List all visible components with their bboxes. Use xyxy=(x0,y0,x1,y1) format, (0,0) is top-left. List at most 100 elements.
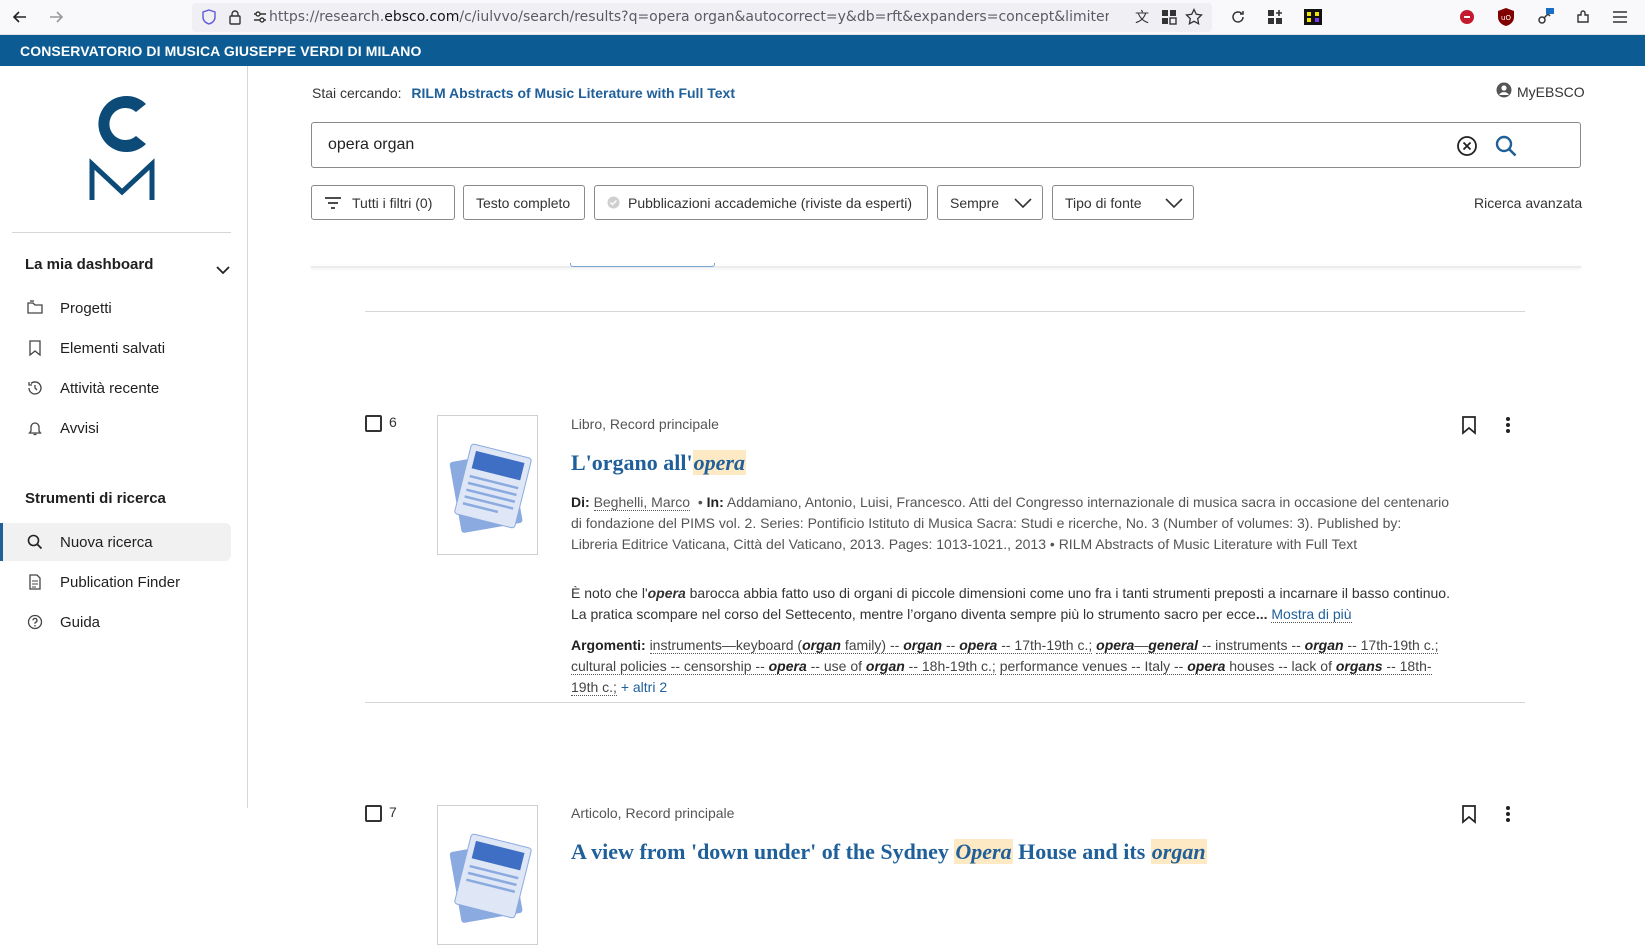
searching-label: Stai cercando: xyxy=(312,85,402,101)
all-filters-label: Tutti i filtri (0) xyxy=(352,194,433,211)
subject-link[interactable]: instruments—keyboard (organ family) -- o… xyxy=(649,637,1093,654)
author-link[interactable]: Beghelli, Marco xyxy=(593,494,691,511)
full-text-filter[interactable]: Testo completo xyxy=(463,185,585,220)
result-title-link[interactable]: L'organo all'opera xyxy=(571,450,746,476)
subject-link[interactable]: cultural policies -- censorship -- opera… xyxy=(571,658,996,675)
search-input[interactable]: opera organ xyxy=(311,122,1581,168)
bookmark-icon[interactable] xyxy=(1461,415,1477,435)
sidebar-item-publication-finder[interactable]: Publication Finder xyxy=(0,563,231,601)
document-icon xyxy=(26,573,44,591)
reload-icon[interactable] xyxy=(1228,7,1248,27)
chevron-down-icon xyxy=(1013,196,1033,210)
svg-text:uO: uO xyxy=(1501,14,1511,22)
abstract-text: È noto che l' xyxy=(571,585,648,601)
extensions-grid-icon[interactable] xyxy=(1159,7,1179,27)
peer-reviewed-label: Pubblicazioni accademiche (riviste da es… xyxy=(628,194,913,211)
full-text-label: Testo completo xyxy=(476,194,571,211)
sidebar-divider xyxy=(12,232,231,233)
extension-icon[interactable] xyxy=(1265,7,1285,27)
result-checkbox[interactable] xyxy=(365,415,382,432)
document-thumbnail-icon xyxy=(449,833,532,923)
source-type-dropdown[interactable]: Tipo di fonte xyxy=(1052,185,1194,220)
clear-search-icon[interactable] xyxy=(1456,135,1478,157)
ublock-icon[interactable]: uO xyxy=(1496,7,1516,27)
url-path: /c/iulvvo/search/results?q=opera organ&a… xyxy=(459,9,1109,25)
peer-reviewed-filter[interactable]: Pubblicazioni accademiche (riviste da es… xyxy=(594,185,928,220)
sidebar-item-label: Nuova ricerca xyxy=(60,533,153,551)
result-title-link[interactable]: A view from 'down under' of the Sydney O… xyxy=(571,839,1207,865)
in-label: In: xyxy=(706,494,724,510)
abstract-ellipsis: ... xyxy=(1255,606,1268,622)
sidebar-item-recent-activity[interactable]: Attività recente xyxy=(0,369,231,407)
sidebar-item-label: Publication Finder xyxy=(60,573,181,591)
title-highlight: organ xyxy=(1150,839,1207,864)
dashboard-heading-label: La mia dashboard xyxy=(25,256,154,273)
database-link[interactable]: RILM Abstracts of Music Literature with … xyxy=(411,85,735,101)
toolbar-divider xyxy=(311,266,1581,268)
translate-icon[interactable]: 文 xyxy=(1132,7,1152,27)
extensions-puzzle-icon[interactable] xyxy=(1573,7,1593,27)
permissions-icon[interactable] xyxy=(250,7,270,27)
sidebar-item-label: Progetti xyxy=(60,299,112,317)
date-range-dropdown[interactable]: Sempre xyxy=(937,185,1043,220)
institution-banner: CONSERVATORIO DI MUSICA GIUSEPPE VERDI D… xyxy=(0,35,1645,66)
all-filters-button[interactable]: Tutti i filtri (0) xyxy=(311,185,455,220)
chevron-down-icon[interactable] xyxy=(216,260,230,279)
sidebar-item-label: Guida xyxy=(60,613,101,631)
result-type: Libro, Record principale xyxy=(571,416,719,432)
key-extension-icon[interactable] xyxy=(1535,7,1555,27)
url-text: https://research.ebsco.com/c/iulvvo/sear… xyxy=(269,9,1109,25)
title-highlight: opera xyxy=(692,450,746,475)
more-options-icon[interactable] xyxy=(1505,415,1511,435)
result-item: 7 Articolo, Record principale A view fro… xyxy=(365,721,1525,945)
more-options-icon[interactable] xyxy=(1505,804,1511,824)
bookmark-icon[interactable] xyxy=(1461,804,1477,824)
filter-lines-icon xyxy=(324,196,342,210)
forward-arrow-icon[interactable] xyxy=(46,7,66,27)
bell-icon xyxy=(26,419,44,437)
advanced-search-link[interactable]: Ricerca avanzata xyxy=(1474,195,1582,211)
institution-logo[interactable] xyxy=(86,92,158,204)
star-icon[interactable] xyxy=(1184,7,1204,27)
more-subjects-link[interactable]: + altri 2 xyxy=(621,679,667,695)
myebsco-account[interactable]: MyEBSCO xyxy=(1496,82,1585,101)
search-query-text: opera organ xyxy=(328,136,415,153)
extension-red-circle-icon[interactable] xyxy=(1457,7,1477,27)
search-submit-icon[interactable] xyxy=(1494,134,1518,158)
show-more-link[interactable]: Mostra di più xyxy=(1271,606,1352,623)
sidebar-item-alerts[interactable]: Avvisi xyxy=(0,409,231,447)
menu-hamburger-icon[interactable] xyxy=(1610,7,1630,27)
date-range-label: Sempre xyxy=(950,194,1000,211)
back-arrow-icon[interactable] xyxy=(10,7,30,27)
sidebar-item-new-search[interactable]: Nuova ricerca xyxy=(0,523,231,561)
sidebar-item-help[interactable]: Guida xyxy=(0,603,231,641)
subject-link[interactable]: opera—general -- instruments -- organ --… xyxy=(1096,637,1439,654)
result-subjects: Argomenti: instruments—keyboard (organ f… xyxy=(571,635,1451,698)
chevron-down-icon xyxy=(1164,196,1184,210)
research-tools-heading: Strumenti di ricerca xyxy=(25,490,166,507)
myebsco-label: MyEBSCO xyxy=(1517,83,1585,100)
sidebar-item-progetti[interactable]: Progetti xyxy=(0,289,231,327)
result-title-text: L'organo all' xyxy=(571,450,693,475)
result-abstract: È noto che l'opera barocca abbia fatto u… xyxy=(571,583,1451,625)
result-divider xyxy=(365,702,1525,703)
bookmark-icon xyxy=(26,339,44,357)
sidebar-item-saved[interactable]: Elementi salvati xyxy=(0,329,231,367)
browser-toolbar: https://research.ebsco.com/c/iulvvo/sear… xyxy=(0,0,1645,35)
source-type-label: Tipo di fonte xyxy=(1065,194,1142,211)
result-title-text: A view from 'down under' of the Sydney xyxy=(571,839,955,864)
result-citation: Di: Beghelli, Marco • In: Addamiano, Ant… xyxy=(571,494,1450,552)
result-thumbnail[interactable] xyxy=(437,415,538,555)
url-host: ebsco.com xyxy=(384,9,460,25)
qr-extension-icon[interactable] xyxy=(1303,7,1323,27)
result-item: 6 Libro, Record principale L'organo all'… xyxy=(365,332,1525,696)
folders-icon xyxy=(26,299,44,317)
shield-icon xyxy=(199,7,219,27)
address-bar[interactable]: https://research.ebsco.com/c/iulvvo/sear… xyxy=(192,3,1212,32)
subjects-label: Argomenti: xyxy=(571,637,646,653)
sidebar-item-label: Avvisi xyxy=(60,419,99,437)
result-thumbnail[interactable] xyxy=(437,805,538,945)
dashboard-heading[interactable]: La mia dashboard xyxy=(25,256,153,273)
result-number: 6 xyxy=(389,414,397,430)
searching-database: Stai cercando: RILM Abstracts of Music L… xyxy=(312,85,735,101)
